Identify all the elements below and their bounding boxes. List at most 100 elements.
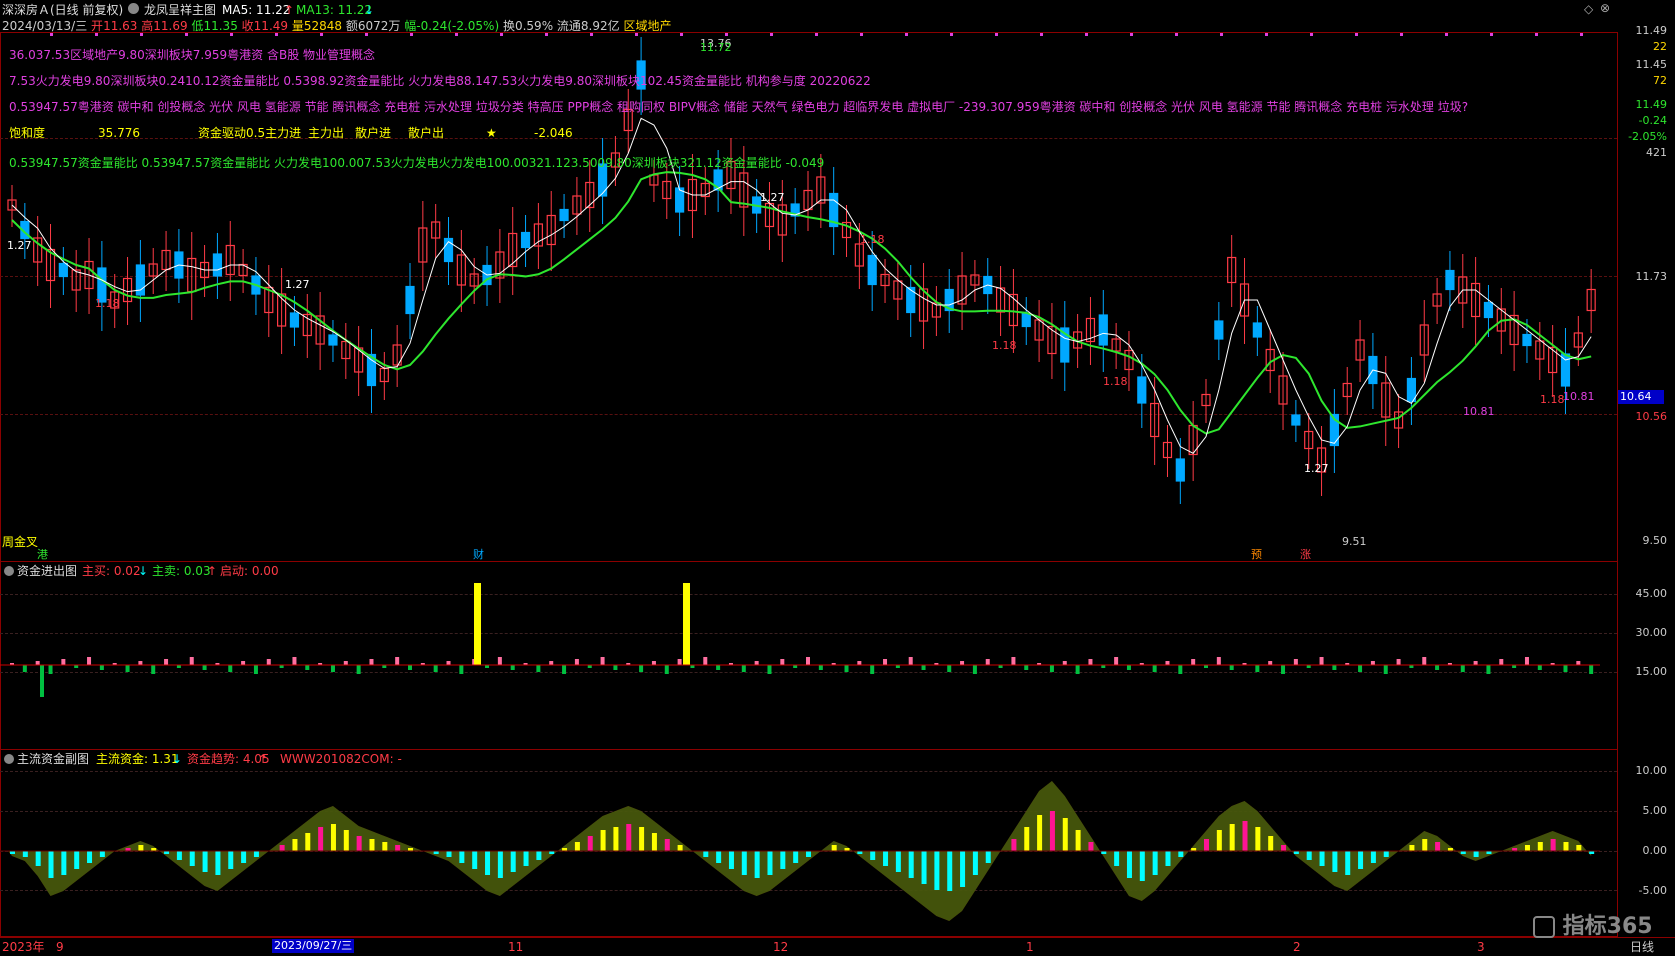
flow-bar: [1024, 665, 1029, 670]
candle-body: [1483, 301, 1494, 319]
flow-bar: [639, 665, 644, 672]
saturation-value: 35.776: [98, 126, 140, 140]
main-price-axis[interactable]: 11.49 22 11.45 72 11.49 -0.24 -2.05% 421…: [1617, 24, 1675, 562]
low-mark: 9.51: [1342, 535, 1367, 548]
time-month-2: 2: [1293, 940, 1301, 954]
star-icon: ★: [486, 126, 497, 140]
flow-bar: [1576, 845, 1582, 851]
flow-bar: [1011, 657, 1016, 665]
period-label[interactable]: 日线: [1630, 940, 1654, 954]
brand-icon: [1533, 916, 1555, 938]
flow-bar: [35, 661, 40, 665]
flow-bar: [1383, 851, 1389, 857]
flow-bar: [947, 665, 952, 672]
top-dot: [680, 33, 683, 36]
candle-body: [1137, 376, 1147, 404]
annotation-127-d: 1.27: [1304, 462, 1329, 475]
brand-logo: 指标365: [1533, 908, 1653, 940]
top-dot: [995, 33, 998, 36]
top-dot: [1490, 33, 1493, 36]
flow-bar: [164, 659, 169, 665]
annotation-118-d: 1.18: [1103, 375, 1128, 388]
flow-bar: [369, 839, 375, 851]
flow-bar: [292, 839, 298, 851]
flow-bar: [972, 665, 977, 674]
time-month-3: 3: [1477, 940, 1485, 954]
flow-bar: [1075, 665, 1080, 674]
flow-bar: [253, 851, 259, 857]
flow-bar: [1062, 661, 1067, 665]
annotation-1081-a: 10.81: [1463, 405, 1495, 418]
flow-bar: [626, 824, 632, 851]
info-line-1: 36.037.53区域地产9.80深圳板块7.959粤港资 含B股 物业管理概念: [9, 48, 376, 62]
flow-bar: [1178, 665, 1183, 674]
tag-yu: 预: [1251, 548, 1262, 561]
top-dot: [275, 33, 278, 36]
flow-bar: [1576, 661, 1581, 665]
candle-body: [405, 285, 415, 315]
axis-label: 10.56: [1635, 410, 1668, 423]
top-dot: [1535, 33, 1538, 36]
flow-bar: [343, 661, 348, 665]
flow-bar: [651, 833, 657, 851]
flow-bar: [1332, 851, 1338, 872]
flow-bar: [35, 851, 41, 866]
flow-bar: [664, 839, 670, 851]
flow-bar: [1358, 665, 1363, 672]
top-dot: [455, 33, 458, 36]
flow-bar: [562, 665, 567, 674]
flow-bar: [1281, 665, 1286, 674]
candle-body: [1522, 333, 1532, 347]
flow-bar: [87, 851, 93, 863]
time-axis[interactable]: 2023年 9 2023/09/27/三 11 12 1 2 3 日线: [0, 937, 1675, 956]
retail-in-label: 散户进: [355, 126, 392, 140]
flow-bar: [1473, 661, 1478, 665]
flow-bar: [857, 661, 862, 665]
flow-bar: [497, 851, 503, 878]
flow-bar: [1319, 657, 1324, 665]
flow-bar: [1242, 821, 1248, 851]
weekly-cross-label: 周金叉: [2, 535, 39, 549]
flow-bar: [1409, 845, 1415, 851]
axis-label: 11.49: [1635, 98, 1668, 111]
flow-bar: [934, 851, 940, 890]
sub2-chart-svg: [0, 781, 1600, 921]
flow-bar: [793, 851, 799, 863]
flow-bar: [639, 827, 645, 851]
flow-bar: [741, 851, 747, 875]
flow-bar: [1460, 665, 1465, 672]
info-line-3: 0.53947.57粤港资 碳中和 创投概念 光伏 风电 氢能源 节能 腾讯概念…: [9, 100, 1469, 114]
top-dot: [590, 33, 593, 36]
candle-body: [867, 254, 877, 286]
axis-label: 421: [1646, 146, 1667, 159]
time-cursor-date: 2023/09/27/三: [272, 939, 355, 953]
flow-bar: [1165, 851, 1171, 866]
candle-body: [520, 231, 531, 249]
flow-bar: [806, 851, 811, 857]
flow-bar: [189, 657, 194, 665]
flow-bar: [754, 661, 759, 665]
flow-bar: [1435, 665, 1440, 670]
top-dot: [365, 33, 368, 36]
flow-bar: [870, 665, 875, 674]
flow-bar: [1537, 665, 1542, 670]
flow-bar: [125, 665, 130, 672]
flow-bar: [767, 851, 773, 875]
flow-bar: [1165, 661, 1170, 665]
sub1-axis: 45.00 30.00 15.00: [1617, 561, 1675, 750]
top-dot: [860, 33, 863, 36]
flow-bar: [1088, 659, 1093, 665]
flow-bar: [716, 665, 721, 670]
top-dot: [725, 33, 728, 36]
sub1-axis-label: 45.00: [1635, 587, 1668, 600]
flow-bar: [1139, 851, 1145, 881]
flow-bar: [1011, 839, 1017, 851]
flow-bar: [356, 665, 361, 674]
flow-bar: [1049, 811, 1055, 851]
flow-bar: [703, 851, 709, 857]
flow-bar: [48, 851, 54, 878]
flow-bar: [1537, 842, 1543, 851]
flow-bar: [728, 851, 734, 869]
top-dot: [185, 33, 188, 36]
top-dot: [1220, 33, 1223, 36]
